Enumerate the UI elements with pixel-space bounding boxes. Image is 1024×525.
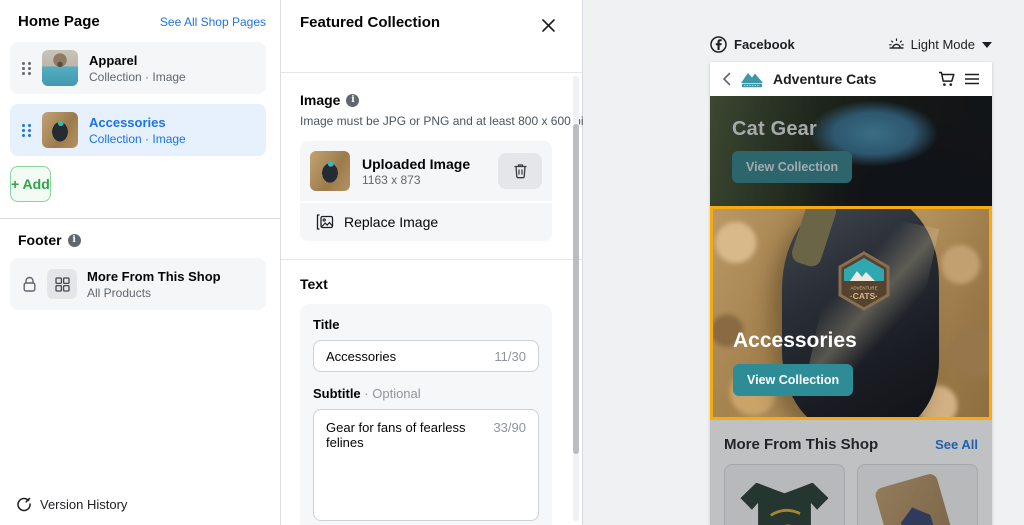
notebook-photo (873, 472, 964, 525)
subtitle-input[interactable]: Gear for fans of fearless felines 33/90 (313, 409, 539, 521)
featured-view-collection-button[interactable]: View Collection (733, 364, 853, 396)
footer-item-title: More From This Shop (87, 268, 221, 286)
featured-collection-editor: Featured Collection Image i Image must b… (281, 0, 583, 525)
see-all-link[interactable]: See All (935, 437, 978, 452)
item-title: Apparel (89, 52, 186, 70)
image-section-label: Image (300, 92, 340, 108)
text-form-card: Title Accessories 11/30 Subtitle · Optio… (300, 304, 552, 525)
subtitle-char-counter: 33/90 (493, 420, 526, 435)
mode-selector-label[interactable]: Light Mode (911, 37, 975, 52)
hero-view-collection-button[interactable]: View Collection (732, 151, 852, 183)
title-char-counter: 11/30 (494, 349, 526, 364)
item-title: Accessories (89, 114, 186, 132)
footer-section-label: Footer (18, 232, 62, 248)
product-card-notebook[interactable] (857, 464, 978, 525)
info-icon[interactable]: i (68, 234, 81, 247)
sidebar-item-accessories[interactable]: Accessories Collection · Image (10, 104, 266, 156)
divider (281, 259, 582, 260)
version-history-icon (16, 496, 32, 512)
replace-image-button[interactable]: Replace Image (300, 203, 552, 241)
sidebar-item-footer[interactable]: More From This Shop All Products (10, 258, 266, 310)
scrollbar-track[interactable] (573, 76, 579, 521)
accessories-thumbnail (42, 112, 78, 148)
all-products-tile (47, 269, 77, 299)
svg-text:·CATS·: ·CATS· (850, 291, 878, 301)
apparel-thumbnail (42, 50, 78, 86)
adventure-cats-badge-icon: ADVENTURE·CATS· (837, 251, 891, 311)
trash-icon (513, 163, 528, 179)
editor-title: Featured Collection (300, 14, 440, 31)
uploaded-image-thumbnail (310, 151, 350, 191)
hero-title: Cat Gear (732, 118, 817, 141)
more-section-title: More From This Shop (724, 436, 878, 453)
back-chevron-icon[interactable] (722, 72, 731, 86)
more-from-shop-section[interactable]: More From This Shop See All Get (710, 420, 992, 525)
subtitle-field-label: Subtitle (313, 386, 361, 401)
featured-title: Accessories (733, 329, 857, 353)
sidebar-header: Home Page See All Shop Pages (0, 0, 280, 42)
shop-preview-header: Adventure Cats (710, 62, 992, 96)
see-all-shop-pages-link[interactable]: See All Shop Pages (160, 15, 266, 29)
drag-handle-icon[interactable] (22, 124, 31, 137)
drag-handle-icon[interactable] (22, 62, 31, 75)
preview-area: Facebook Light Mode Adventure Cats (583, 0, 1024, 525)
scrollbar-thumb[interactable] (573, 124, 579, 454)
title-input[interactable]: Accessories 11/30 (313, 340, 539, 372)
uploaded-image-dimensions: 1163 x 873 (362, 173, 470, 187)
subtitle-value: Gear for fans of fearless felines (326, 420, 493, 450)
shop-preview-frame: Adventure Cats Cat Gear View Collection … (710, 62, 992, 525)
preview-channel-label: Facebook (734, 37, 795, 52)
grid-icon (55, 277, 70, 292)
svg-text:ADVENTURE: ADVENTURE (851, 285, 878, 290)
shop-pages-sidebar: Home Page See All Shop Pages Apparel Col… (0, 0, 281, 525)
replace-image-icon (316, 214, 334, 230)
item-subtitle: Collection · Image (89, 132, 186, 146)
sidebar-item-apparel[interactable]: Apparel Collection · Image (10, 42, 266, 94)
shop-name: Adventure Cats (773, 71, 876, 87)
lock-icon (22, 276, 37, 293)
hero-section-cat-gear[interactable]: Cat Gear View Collection (710, 96, 992, 206)
page-title: Home Page (18, 13, 100, 30)
text-section-label: Text (300, 276, 552, 292)
delete-image-button[interactable] (498, 153, 542, 189)
shop-logo-icon (739, 70, 765, 89)
cart-icon[interactable] (938, 71, 956, 87)
add-section-button[interactable]: + Add (10, 166, 51, 202)
image-helper-text: Image must be JPG or PNG and at least 80… (300, 114, 552, 128)
product-card-tshirt[interactable]: Get (724, 464, 845, 525)
uploaded-image-row: Uploaded Image 1163 x 873 (300, 141, 552, 201)
item-subtitle: Collection · Image (89, 70, 186, 84)
version-history-label: Version History (40, 497, 127, 512)
version-history-button[interactable]: Version History (16, 496, 127, 512)
info-icon[interactable]: i (346, 94, 359, 107)
title-value: Accessories (326, 349, 396, 364)
footer-item-subtitle: All Products (87, 286, 221, 300)
chevron-down-icon[interactable] (982, 42, 992, 48)
facebook-logo-icon (710, 36, 727, 53)
replace-image-label: Replace Image (344, 214, 438, 230)
featured-section-accessories-highlighted[interactable]: ADVENTURE·CATS· Accessories View Collect… (710, 206, 992, 420)
light-mode-icon (888, 37, 905, 52)
title-field-label: Title (313, 317, 539, 332)
subtitle-optional-label: · Optional (364, 386, 420, 401)
close-icon[interactable] (536, 13, 560, 37)
menu-icon[interactable] (964, 73, 980, 85)
uploaded-image-title: Uploaded Image (362, 155, 470, 173)
